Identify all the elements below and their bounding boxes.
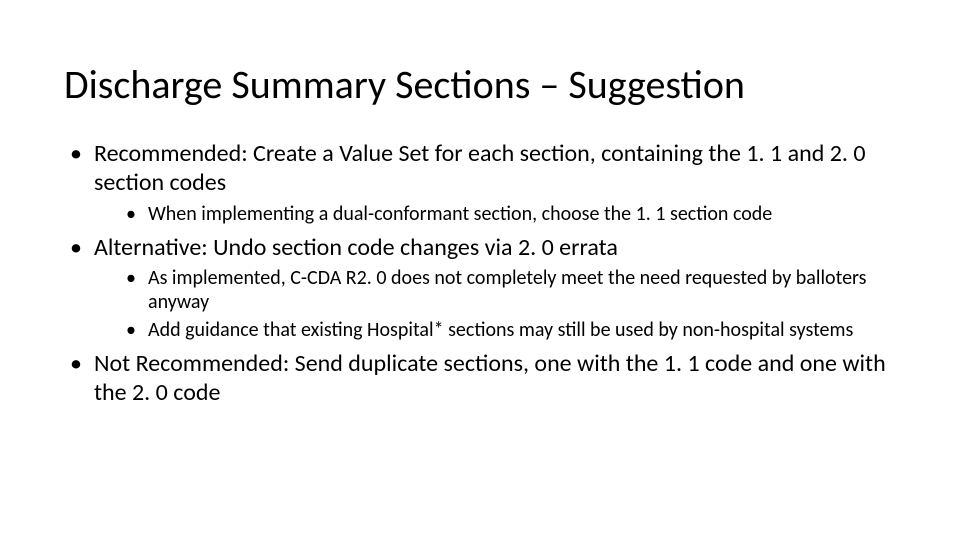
sub-bullet-list: When implementing a dual-conformant sect… bbox=[94, 202, 896, 226]
slide-title: Discharge Summary Sections – Suggestion bbox=[64, 60, 745, 109]
bullet-text: Alternative: Undo section code changes v… bbox=[94, 233, 618, 262]
list-item: Not Recommended: Send duplicate sections… bbox=[64, 350, 896, 408]
bullet-text: When implementing a dual-conformant sect… bbox=[148, 202, 772, 226]
slide-body: Recommended: Create a Value Set for each… bbox=[64, 140, 896, 414]
slide: Discharge Summary Sections – Suggestion … bbox=[0, 0, 960, 540]
list-item: Alternative: Undo section code changes v… bbox=[64, 234, 896, 343]
bullet-text: Recommended: Create a Value Set for each… bbox=[94, 139, 866, 197]
list-item: Recommended: Create a Value Set for each… bbox=[64, 140, 896, 226]
bullet-text: Add guidance that existing Hospital* sec… bbox=[148, 318, 853, 342]
sub-bullet-list: As implemented, C-CDA R2. 0 does not com… bbox=[94, 266, 896, 342]
list-item: As implemented, C-CDA R2. 0 does not com… bbox=[94, 266, 896, 314]
list-item: Add guidance that existing Hospital* sec… bbox=[94, 318, 896, 342]
bullet-list: Recommended: Create a Value Set for each… bbox=[64, 140, 896, 408]
bullet-text: Not Recommended: Send duplicate sections… bbox=[94, 349, 886, 407]
list-item: When implementing a dual-conformant sect… bbox=[94, 202, 896, 226]
bullet-text: As implemented, C-CDA R2. 0 does not com… bbox=[148, 266, 867, 314]
